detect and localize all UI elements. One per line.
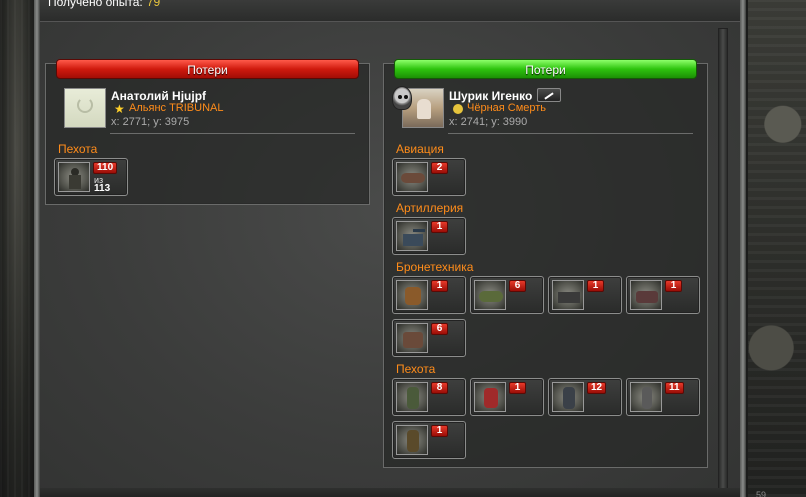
divider <box>448 133 693 134</box>
person-photo <box>417 99 431 119</box>
unit-card[interactable]: 6 <box>392 319 466 357</box>
attacker-coords[interactable]: x: 2771; y: 3975 <box>111 116 189 128</box>
walker-mech-icon <box>396 280 428 310</box>
loss-count-badge: 6 <box>431 323 448 335</box>
loss-count-badge: 1 <box>431 425 448 437</box>
divider <box>110 133 355 134</box>
skull-icon <box>392 86 412 110</box>
loss-count-badge: 6 <box>509 280 526 292</box>
loss-count-badge: 1 <box>665 280 682 292</box>
loss-count-badge: 110 <box>93 162 118 174</box>
unit-card[interactable]: 1 <box>470 378 544 416</box>
attacker-player-name[interactable]: Анатолий Hjujpf <box>111 89 206 103</box>
experience-value: 79 <box>146 0 161 9</box>
unit-card[interactable]: 12 <box>548 378 622 416</box>
section-title-infantry: Пехота <box>58 142 98 156</box>
spider-mech-icon <box>396 323 428 353</box>
defender-losses-banner: Потери <box>394 59 697 79</box>
attacker-avatar[interactable] <box>64 88 106 128</box>
loss-count-badge: 2 <box>431 162 448 174</box>
section-title-aviation: Авиация <box>396 142 444 156</box>
aircraft-icon <box>396 162 428 192</box>
defender-coords[interactable]: x: 2741; y: 3990 <box>449 116 527 128</box>
loss-count-badge: 11 <box>665 382 684 394</box>
unit-card[interactable]: 8 <box>392 378 466 416</box>
assault-buggy-icon <box>630 280 662 310</box>
infantry-soldier-icon <box>58 162 90 192</box>
grenadier-icon <box>396 425 428 455</box>
scrollbar[interactable] <box>718 28 728 497</box>
unit-card[interactable]: 1 <box>392 217 466 255</box>
artillery-icon <box>396 221 428 251</box>
right-frame-edge <box>740 0 746 497</box>
section-title-armor: Бронетехника <box>396 260 474 274</box>
hover-tank-icon <box>474 280 506 310</box>
loss-count-badge: 1 <box>431 280 448 292</box>
experience-label: Получено опыта: 79 <box>48 0 160 9</box>
section-title-infantry: Пехота <box>396 362 436 376</box>
corner-number: 59 <box>756 490 767 497</box>
unit-card[interactable]: 11 <box>626 378 700 416</box>
loss-count-badge: 12 <box>587 382 607 394</box>
right-background-texture <box>748 0 806 497</box>
defender-player-name[interactable]: Шурик Игенко <box>449 89 532 103</box>
unit-card[interactable]: 1 <box>392 276 466 314</box>
unit-card[interactable]: 110 из 113 <box>54 158 128 196</box>
unit-card[interactable]: 1 <box>548 276 622 314</box>
experience-bar: Получено опыта: 79 <box>40 0 740 22</box>
section-title-artillery: Артиллерия <box>396 201 464 215</box>
red-cyborg-icon <box>474 382 506 412</box>
attacker-losses-banner: Потери <box>56 59 359 79</box>
loss-count-badge: 1 <box>431 221 448 233</box>
unit-card[interactable]: 2 <box>392 158 466 196</box>
loss-count-badge: 8 <box>431 382 448 394</box>
left-background-texture <box>0 0 34 497</box>
heavy-trooper-icon <box>396 382 428 412</box>
unit-card[interactable]: 1 <box>392 421 466 459</box>
attacker-alliance[interactable]: Альянс TRIBUNAL <box>129 102 223 114</box>
experience-label-text: Получено опыта: <box>48 0 143 9</box>
bottom-frame-edge <box>40 488 740 497</box>
alliance-emblem-icon <box>453 104 463 114</box>
edit-icon[interactable] <box>537 88 561 102</box>
total-count: 113 <box>94 183 111 194</box>
armored-vehicle-icon <box>552 280 584 310</box>
armored-soldier-icon <box>552 382 584 412</box>
star-icon: ★ <box>114 102 125 116</box>
sniper-icon <box>630 382 662 412</box>
loss-count-badge: 1 <box>509 382 526 394</box>
defender-alliance[interactable]: Чёрная Смерть <box>467 102 546 114</box>
unit-card[interactable]: 1 <box>626 276 700 314</box>
loss-count-badge: 1 <box>587 280 604 292</box>
wreath-icon <box>77 97 93 113</box>
unit-card[interactable]: 6 <box>470 276 544 314</box>
